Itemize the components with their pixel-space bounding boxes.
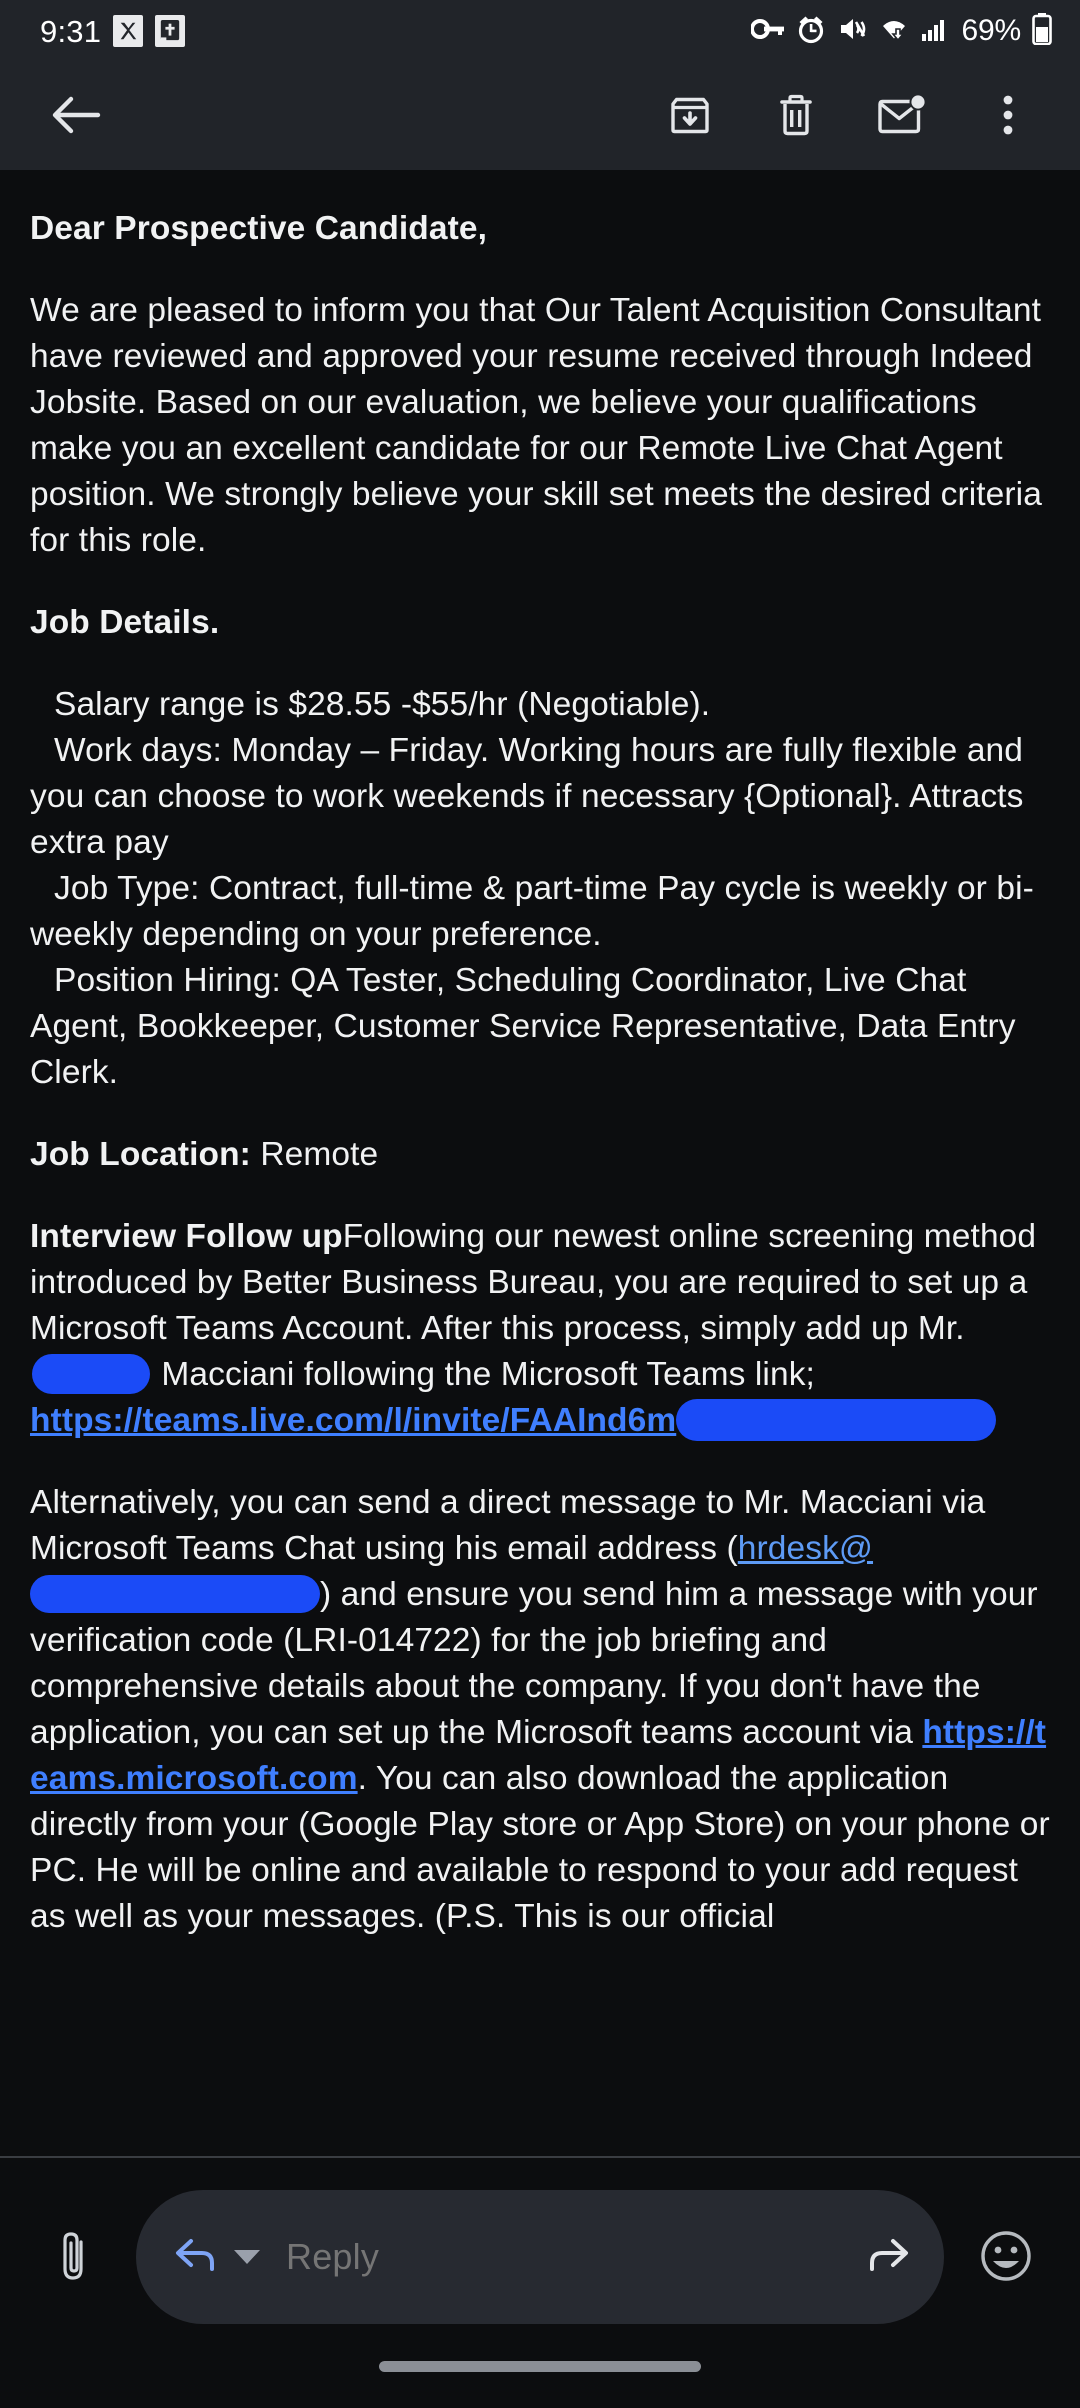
forward-button[interactable] (864, 2235, 910, 2280)
home-gesture-pill[interactable] (379, 2360, 701, 2372)
chevron-down-icon (234, 2250, 260, 2264)
email-body-scroll[interactable]: Dear Prospective Candidate, We are pleas… (0, 170, 1080, 2156)
system-navigation-bar (0, 2324, 1080, 2408)
alarm-icon (796, 14, 826, 49)
emoji-button[interactable] (962, 2213, 1050, 2301)
hr-email-link[interactable]: hrdesk@ (738, 1530, 873, 1567)
more-options-button[interactable] (962, 70, 1054, 162)
reply-bar (30, 2190, 1050, 2324)
teams-invite-link[interactable]: https://teams.live.com/l/invite/FAAInd6m (30, 1402, 676, 1439)
status-bar-left: 9:31 (40, 13, 186, 49)
reply-input-field[interactable] (136, 2190, 944, 2324)
email-message-content: Dear Prospective Candidate, We are pleas… (30, 206, 1050, 1940)
back-button[interactable] (30, 70, 122, 162)
email-intro-paragraph: We are pleased to inform you that Our Ta… (30, 292, 1042, 559)
detail-workdays: Work days: Monday – Friday. Working hour… (30, 732, 1024, 861)
archive-icon (666, 91, 714, 142)
cellular-signal-icon (921, 15, 949, 48)
battery-percent-label: 69% (961, 14, 1022, 47)
wifi-icon (878, 15, 910, 48)
vibrate-mute-icon (837, 15, 867, 48)
delete-button[interactable] (750, 70, 842, 162)
redaction-block-name (32, 1354, 150, 1395)
job-location-value: Remote (250, 1136, 379, 1173)
status-bar-right: 69% (749, 12, 1052, 50)
detail-salary: Salary range is $28.55 -$55/hr (Negotiab… (54, 686, 711, 723)
reply-mode-selector[interactable] (174, 2235, 260, 2280)
notification-app-icon (113, 15, 144, 47)
vpn-key-icon (749, 16, 785, 47)
trash-icon (773, 91, 819, 142)
attach-button[interactable] (30, 2213, 118, 2301)
paperclip-icon (57, 2228, 91, 2287)
redaction-block-link (676, 1399, 997, 1442)
forward-arrow-icon (864, 2235, 910, 2280)
followup-text-2: Macciani following the Microsoft Teams l… (152, 1356, 815, 1393)
job-location-label: Job Location: (30, 1136, 251, 1173)
email-greeting: Dear Prospective Candidate, (30, 210, 487, 247)
reply-bar-container (0, 2156, 1080, 2324)
alternative-contact-paragraph: Alternatively, you can send a direct mes… (30, 1480, 1050, 1940)
reply-arrow-icon (174, 2235, 220, 2280)
status-bar: 9:31 69% (0, 0, 1080, 62)
redaction-block-email (30, 1575, 320, 1614)
detail-jobtype: Job Type: Contract, full-time & part-tim… (30, 870, 1034, 953)
followup-label: Interview Follow up (30, 1218, 343, 1255)
reply-input[interactable] (264, 2236, 860, 2278)
job-location-line: Job Location: Remote (30, 1132, 1050, 1178)
action-bar-buttons (644, 70, 1054, 162)
email-action-bar (0, 62, 1080, 170)
email-reader-screen: 9:31 69% Dear Prospective Candidate, We … (0, 0, 1080, 2408)
battery-icon (1032, 12, 1052, 50)
bible-app-icon (155, 15, 186, 47)
interview-followup-paragraph: Interview Follow upFollowing our newest … (30, 1214, 1050, 1444)
mark-unread-button[interactable] (856, 70, 948, 162)
status-clock: 9:31 (40, 13, 102, 49)
more-vertical-icon (1000, 91, 1016, 142)
emoji-smiley-icon (978, 2228, 1034, 2287)
job-details-list: Salary range is $28.55 -$55/hr (Negotiab… (30, 682, 1050, 1096)
back-arrow-icon (51, 93, 101, 140)
mark-unread-envelope-icon (876, 93, 928, 140)
job-details-heading: Job Details. (30, 604, 220, 641)
archive-button[interactable] (644, 70, 736, 162)
detail-positions: Position Hiring: QA Tester, Scheduling C… (30, 962, 1016, 1091)
